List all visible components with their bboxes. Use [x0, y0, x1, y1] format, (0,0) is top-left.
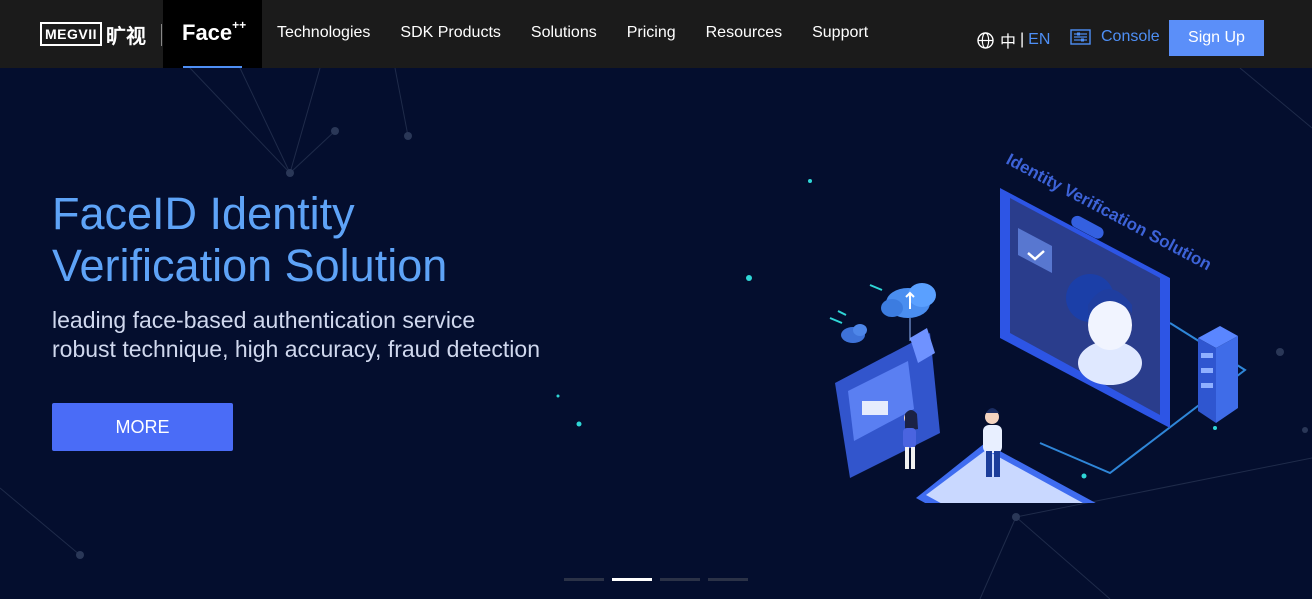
- top-nav: MEGVII 旷视 Face++ Technologies SDK Produc…: [0, 0, 1312, 68]
- faceplusplus-logo[interactable]: Face++: [163, 0, 262, 68]
- nav-sdk-products[interactable]: SDK Products: [400, 24, 500, 42]
- sign-up-button[interactable]: Sign Up: [1169, 20, 1264, 56]
- console-icon: [1070, 29, 1091, 45]
- hero-subtitle-line1: leading face-based authentication servic…: [52, 307, 476, 333]
- product-name: Face++: [182, 18, 247, 45]
- carousel-dot-1[interactable]: [564, 578, 604, 581]
- logo-divider: [161, 24, 162, 46]
- console-label: Console: [1101, 28, 1160, 45]
- server-icon: [1198, 326, 1238, 423]
- nav-resources[interactable]: Resources: [706, 24, 782, 42]
- carousel-indicators: [564, 578, 756, 581]
- console-link[interactable]: Console: [1070, 28, 1160, 46]
- lang-cn[interactable]: 中: [1000, 28, 1016, 52]
- logo-box-text: MEGVII: [40, 22, 103, 46]
- hero-title-line2: Verification Solution: [52, 240, 448, 291]
- hero-subtitle-line2: robust technique, high accuracy, fraud d…: [52, 336, 540, 362]
- nav-solutions[interactable]: Solutions: [531, 24, 597, 42]
- carousel-dot-4[interactable]: [708, 578, 748, 581]
- hero-title: FaceID Identity Verification Solution: [52, 188, 447, 292]
- nav-pricing[interactable]: Pricing: [627, 24, 676, 42]
- globe-icon: [977, 31, 994, 49]
- hero-title-line1: FaceID Identity: [52, 188, 355, 239]
- hero-banner: FaceID Identity Verification Solution le…: [0, 68, 1312, 599]
- hero-subtitle: leading face-based authentication servic…: [52, 306, 540, 364]
- logo-cn-text: 旷视: [106, 25, 147, 48]
- small-cloud-icon: [841, 324, 867, 343]
- woman-figure: [903, 410, 918, 469]
- identity-verification-illustration: Identity Verification Solution: [829, 150, 1247, 503]
- carousel-dot-2[interactable]: [612, 578, 652, 581]
- lang-en[interactable]: EN: [1028, 31, 1050, 49]
- language-switcher: 中 | EN: [977, 28, 1050, 52]
- nav-support[interactable]: Support: [812, 24, 868, 42]
- info-panel: [835, 328, 940, 478]
- main-menu: Technologies SDK Products Solutions Pric…: [277, 0, 898, 68]
- carousel-dot-3[interactable]: [660, 578, 700, 581]
- more-button[interactable]: MORE: [52, 403, 233, 451]
- lang-separator: |: [1020, 31, 1025, 48]
- nav-technologies[interactable]: Technologies: [277, 24, 370, 42]
- tablet: [916, 443, 1096, 503]
- megvii-logo[interactable]: MEGVII 旷视: [40, 22, 147, 48]
